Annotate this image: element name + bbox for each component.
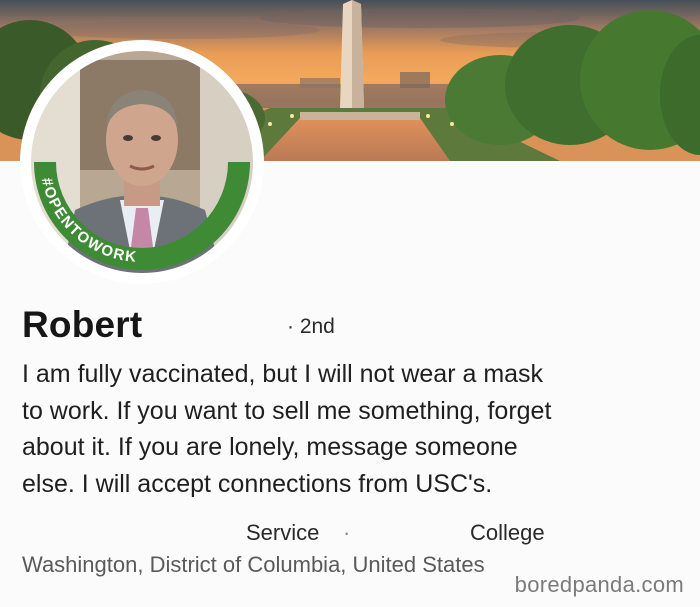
avatar-photo: #OPENTOWORK: [25, 45, 259, 279]
current-company-link[interactable]: Service: [246, 520, 319, 546]
meta-separator: ·: [343, 520, 351, 545]
profile-avatar[interactable]: #OPENTOWORK: [20, 40, 264, 284]
headline-line: to work. If you want to sell me somethin…: [22, 396, 552, 425]
headline-line: I am fully vaccinated, but I will not we…: [22, 360, 544, 388]
connection-degree: · 2nd: [287, 315, 335, 338]
headline-line: else. I will accept connections from USC…: [22, 469, 493, 498]
source-watermark: boredpanda.com: [514, 572, 684, 597]
education-link[interactable]: College: [470, 520, 545, 546]
profile-headline: I am fully vaccinated, but I will not we…: [22, 356, 682, 502]
profile-location: Washington, District of Columbia, United…: [22, 552, 485, 577]
headline-line: about it. If you are lonely, message som…: [22, 433, 518, 461]
profile-card: #OPENTOWORK Robert · 2nd I am fully vacc…: [0, 0, 700, 607]
profile-name[interactable]: Robert: [22, 304, 142, 346]
